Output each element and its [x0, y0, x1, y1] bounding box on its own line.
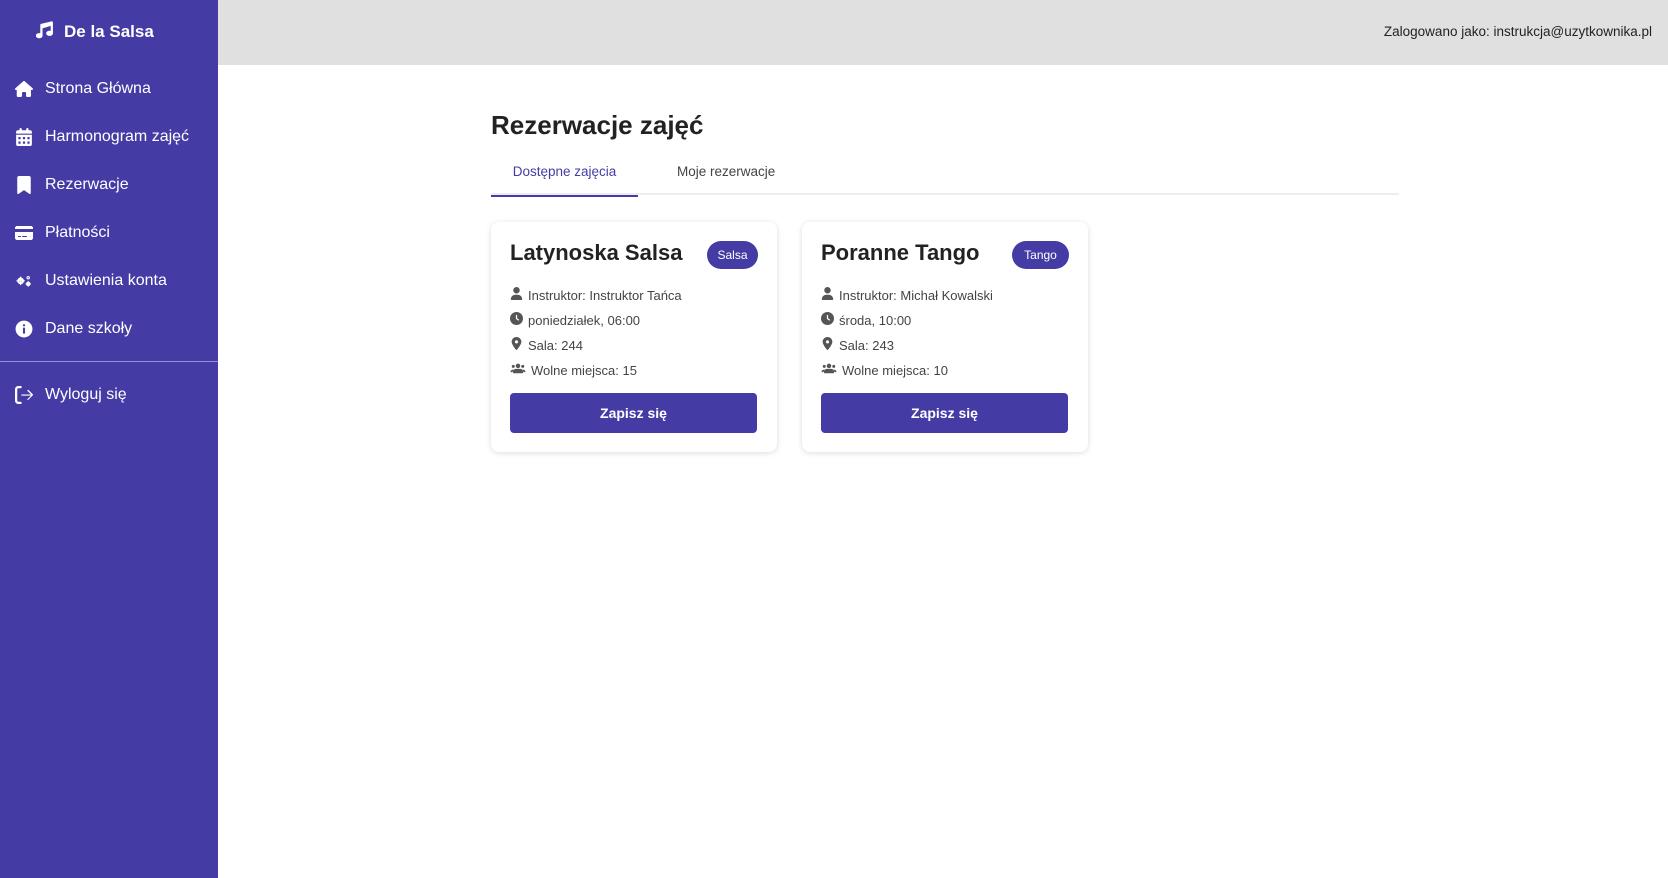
room-row: Sala: 243: [821, 337, 894, 353]
time-row: poniedziałek, 06:00: [510, 312, 640, 328]
spots-text: Wolne miejsca: 10: [842, 362, 948, 378]
user-icon: [510, 287, 523, 303]
top-bar: Zalogowano jako: instrukcja@uzytkownika.…: [218, 0, 1668, 65]
dance-style-badge: Tango: [1012, 241, 1069, 269]
time-row: środa, 10:00: [821, 312, 911, 328]
location-pin-icon: [510, 337, 523, 353]
instructor-row: Instruktor: Instruktor Tańca: [510, 287, 682, 303]
bookmark-icon: [15, 176, 35, 194]
calendar-icon: [15, 128, 35, 146]
sidebar: De la Salsa Strona Główna Harmonogram za…: [0, 0, 218, 878]
tab-available-classes[interactable]: Dostępne zajęcia: [491, 164, 638, 197]
page-title: Rezerwacje zajęć: [491, 110, 704, 140]
time-text: środa, 10:00: [839, 312, 912, 328]
sidebar-item-label: Ustawienia konta: [45, 272, 167, 289]
tabs: Dostępne zajęcia Moje rezerwacje: [491, 160, 1399, 197]
class-card: Latynoska Salsa Salsa Instruktor: Instru…: [491, 222, 777, 452]
clock-icon: [821, 312, 834, 328]
sidebar-item-label: Dane szkoły: [45, 320, 133, 337]
sidebar-item-label: Harmonogram zajęć: [45, 128, 190, 145]
sidebar-divider: [0, 361, 218, 362]
tab-my-reservations[interactable]: Moje rezerwacje: [677, 164, 775, 179]
sidebar-item-label: Płatności: [45, 224, 110, 241]
sidebar-item-payments[interactable]: Płatności: [0, 209, 218, 257]
sign-up-button[interactable]: Zapisz się: [510, 393, 757, 433]
music-note-icon: [35, 20, 54, 44]
instructor-row: Instruktor: Michał Kowalski: [821, 287, 993, 303]
sidebar-item-label: Rezerwacje: [45, 176, 129, 193]
dance-style-badge: Salsa: [707, 241, 758, 269]
sidebar-item-reservations[interactable]: Rezerwacje: [0, 161, 218, 209]
sidebar-item-account-settings[interactable]: Ustawienia konta: [0, 257, 218, 305]
logout-label: Wyloguj się: [45, 386, 127, 403]
users-icon: [821, 362, 837, 378]
room-row: Sala: 244: [510, 337, 583, 353]
gears-icon: [15, 272, 35, 290]
spots-row: Wolne miejsca: 10: [821, 362, 948, 378]
room-text: Sala: 243: [839, 337, 894, 353]
location-pin-icon: [821, 337, 834, 353]
sidebar-item-school-info[interactable]: Dane szkoły: [0, 305, 218, 353]
time-text: poniedziałek, 06:00: [528, 312, 641, 328]
instructor-text: Instruktor: Michał Kowalski: [839, 287, 993, 303]
brand-logo[interactable]: De la Salsa: [35, 20, 154, 44]
spots-text: Wolne miejsca: 15: [531, 362, 637, 378]
logout-button[interactable]: Wyloguj się: [0, 371, 218, 419]
sidebar-item-label: Strona Główna: [45, 80, 151, 97]
sidebar-item-schedule[interactable]: Harmonogram zajęć: [0, 113, 218, 161]
sidebar-nav: Strona Główna Harmonogram zajęć Rezerwac…: [0, 65, 218, 353]
logged-in-user: Zalogowano jako: instrukcja@uzytkownika.…: [1383, 24, 1652, 39]
clock-icon: [510, 312, 523, 328]
class-title: Latynoska Salsa: [510, 240, 683, 265]
room-text: Sala: 244: [528, 337, 583, 353]
sign-up-button[interactable]: Zapisz się: [821, 393, 1068, 433]
class-card: Poranne Tango Tango Instruktor: Michał K…: [802, 222, 1088, 452]
info-icon: [15, 320, 35, 338]
spots-row: Wolne miejsca: 15: [510, 362, 637, 378]
class-title: Poranne Tango: [821, 240, 980, 265]
sign-out-icon: [15, 386, 35, 404]
instructor-text: Instruktor: Instruktor Tańca: [528, 287, 682, 303]
home-icon: [15, 80, 35, 98]
user-icon: [821, 287, 834, 303]
brand-name: De la Salsa: [64, 22, 154, 41]
credit-card-icon: [15, 224, 35, 242]
sidebar-item-home[interactable]: Strona Główna: [0, 65, 218, 113]
users-icon: [510, 362, 526, 378]
